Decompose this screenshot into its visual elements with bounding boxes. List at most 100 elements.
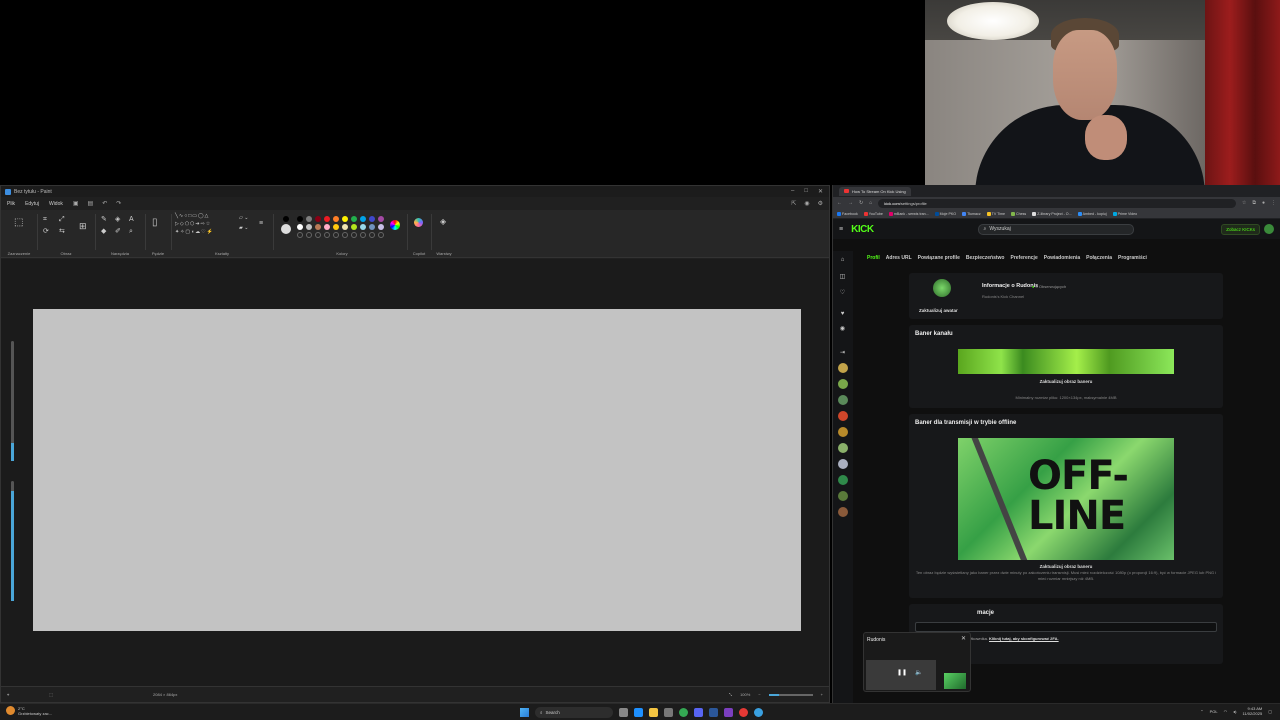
undo-icon[interactable]: ↶ xyxy=(102,200,107,207)
palette-swatch[interactable] xyxy=(351,216,357,222)
palette-swatch[interactable] xyxy=(315,216,321,222)
forward-icon[interactable]: → xyxy=(848,200,853,206)
empty-swatch[interactable] xyxy=(360,232,366,238)
sidebar-channel-avatar[interactable] xyxy=(838,379,848,389)
color-2-swatch[interactable] xyxy=(281,224,291,234)
tab-developers[interactable]: Programiści xyxy=(1118,255,1147,261)
palette-swatch[interactable] xyxy=(369,224,375,230)
sidebar-channel-avatar[interactable] xyxy=(838,427,848,437)
search-input[interactable]: ⌕ Wyszukaj xyxy=(977,223,1134,235)
palette-swatch[interactable] xyxy=(378,224,384,230)
bookmark-item[interactable]: Ambed - kopiuj xyxy=(1077,211,1107,216)
sidebar-channel-avatar[interactable] xyxy=(838,363,848,373)
app-icon[interactable] xyxy=(724,708,733,717)
paint-taskbar-icon[interactable] xyxy=(754,708,763,717)
following-nav-icon[interactable]: ♡ xyxy=(838,289,847,298)
empty-swatch[interactable] xyxy=(342,232,348,238)
palette-swatch[interactable] xyxy=(360,224,366,230)
color-picker-icon[interactable]: ✐ xyxy=(115,228,121,235)
tab-notifications[interactable]: Powiadomienia xyxy=(1044,255,1080,261)
back-icon[interactable]: ← xyxy=(837,200,842,206)
update-offline-banner-button[interactable]: Zaktualizuj obraz baneru xyxy=(909,564,1223,569)
edit-colors-icon[interactable] xyxy=(390,220,400,230)
expand-nav-icon[interactable]: ⇥ xyxy=(838,349,847,358)
word-icon[interactable] xyxy=(709,708,718,717)
tab-connections[interactable]: Połączenia xyxy=(1086,255,1112,261)
shape-size-icon[interactable]: ≡ xyxy=(259,220,263,227)
palette-swatch[interactable] xyxy=(306,216,312,222)
shapes-row-2-icon[interactable]: ▷◇⬠⬡➔⇨☆ xyxy=(175,222,211,227)
bookmark-item[interactable]: Moje PKO xyxy=(934,211,956,216)
outline-icon[interactable]: ▱ ⌄ xyxy=(239,216,248,221)
empty-swatch[interactable] xyxy=(315,232,321,238)
clock[interactable]: 9:43 AM 11/02/2025 xyxy=(1242,706,1262,716)
palette-swatch[interactable] xyxy=(369,216,375,222)
menu-dots-icon[interactable]: ⋮ xyxy=(1271,200,1276,206)
bookmark-star-icon[interactable]: ☆ xyxy=(1242,200,1246,206)
tray-overflow-icon[interactable]: ⌃ xyxy=(1200,709,1203,714)
palette-swatch[interactable] xyxy=(342,224,348,230)
pause-icon[interactable]: ❚❚ xyxy=(897,669,907,676)
fit-icon[interactable]: ⤡ xyxy=(729,692,732,697)
menu-file[interactable]: Plik xyxy=(7,201,15,207)
palette-swatch[interactable] xyxy=(360,216,366,222)
browser-tab[interactable]: How To Stream On Kick Using xyxy=(839,186,911,196)
resize-icon[interactable]: ⤢ xyxy=(59,216,65,223)
zoom-level[interactable]: 100% xyxy=(740,692,750,697)
rotate-icon[interactable]: ⟳ xyxy=(43,228,49,235)
close-icon[interactable]: ✕ xyxy=(961,635,966,642)
palette-swatch[interactable] xyxy=(342,216,348,222)
text-icon[interactable]: A xyxy=(129,216,134,223)
menu-view[interactable]: Widok xyxy=(49,201,63,207)
favorite-nav-icon[interactable]: ♥ xyxy=(838,311,847,320)
sidebar-channel-avatar[interactable] xyxy=(838,395,848,405)
see-kicks-button[interactable]: Zobacz KICKs xyxy=(1221,223,1260,235)
wifi-icon[interactable]: ◠ xyxy=(1224,709,1228,714)
color-1-swatch[interactable] xyxy=(283,216,289,222)
bookmark-item[interactable]: Chess xyxy=(1011,211,1026,216)
sidebar-channel-avatar[interactable] xyxy=(838,459,848,469)
brush-icon[interactable]: ▯ xyxy=(152,218,158,228)
palette-swatch[interactable] xyxy=(306,224,312,230)
brush-size-slider[interactable] xyxy=(11,341,14,461)
eraser-icon[interactable]: ◆ xyxy=(101,228,106,235)
opacity-slider[interactable] xyxy=(11,481,14,601)
palette-swatch[interactable] xyxy=(333,216,339,222)
home-icon[interactable]: ⌂ xyxy=(869,200,872,206)
magnifier-icon[interactable]: ⌕ xyxy=(129,228,133,235)
reload-icon[interactable]: ↻ xyxy=(859,200,863,206)
minimize-icon[interactable]: – xyxy=(791,188,794,195)
palette-swatch[interactable] xyxy=(297,224,303,230)
store-icon[interactable] xyxy=(664,708,673,717)
extensions-icon[interactable]: ⧉ xyxy=(1252,200,1256,206)
bookmark-item[interactable]: Z-library Project - O... xyxy=(1032,211,1072,216)
bookmark-item[interactable]: TV Time xyxy=(986,211,1005,216)
empty-swatch[interactable] xyxy=(306,232,312,238)
crop-icon[interactable]: ⌗ xyxy=(43,216,47,223)
account-icon[interactable]: ◉ xyxy=(804,200,809,207)
empty-swatch[interactable] xyxy=(351,232,357,238)
channels-nav-icon[interactable]: ◉ xyxy=(838,325,847,334)
empty-swatch[interactable] xyxy=(378,232,384,238)
browse-nav-icon[interactable]: ◫ xyxy=(838,273,847,282)
obs-icon[interactable] xyxy=(739,708,748,717)
tab-linked-profiles[interactable]: Powiązane profile xyxy=(918,255,960,261)
update-avatar-button[interactable]: Zaktualizuj awatar xyxy=(919,308,958,313)
palette-swatch[interactable] xyxy=(351,224,357,230)
taskbar-search[interactable]: ⌕ Search xyxy=(535,707,613,718)
file-explorer-icon[interactable] xyxy=(649,708,658,717)
fill-icon[interactable]: ◈ xyxy=(115,216,120,223)
tab-security[interactable]: Bezpieczeństwo xyxy=(966,255,1005,261)
tab-url[interactable]: Adres URL xyxy=(886,255,912,261)
language-indicator[interactable]: POL xyxy=(1210,709,1218,714)
paint-canvas[interactable] xyxy=(33,309,801,631)
sidebar-channel-avatar[interactable] xyxy=(838,411,848,421)
bookmark-item[interactable]: Prime Video xyxy=(1112,211,1137,216)
weather-widget[interactable]: 2°C Grzbietowaty zac... xyxy=(6,706,52,716)
home-nav-icon[interactable]: ⌂ xyxy=(838,257,847,266)
windows-start-icon[interactable] xyxy=(520,708,529,717)
settings-icon[interactable]: ⚙ xyxy=(818,200,823,207)
zoom-in-icon[interactable]: + xyxy=(821,692,823,697)
tab-preferences[interactable]: Preferencje xyxy=(1010,255,1037,261)
bookmark-item[interactable]: Tłumacz xyxy=(962,211,981,216)
